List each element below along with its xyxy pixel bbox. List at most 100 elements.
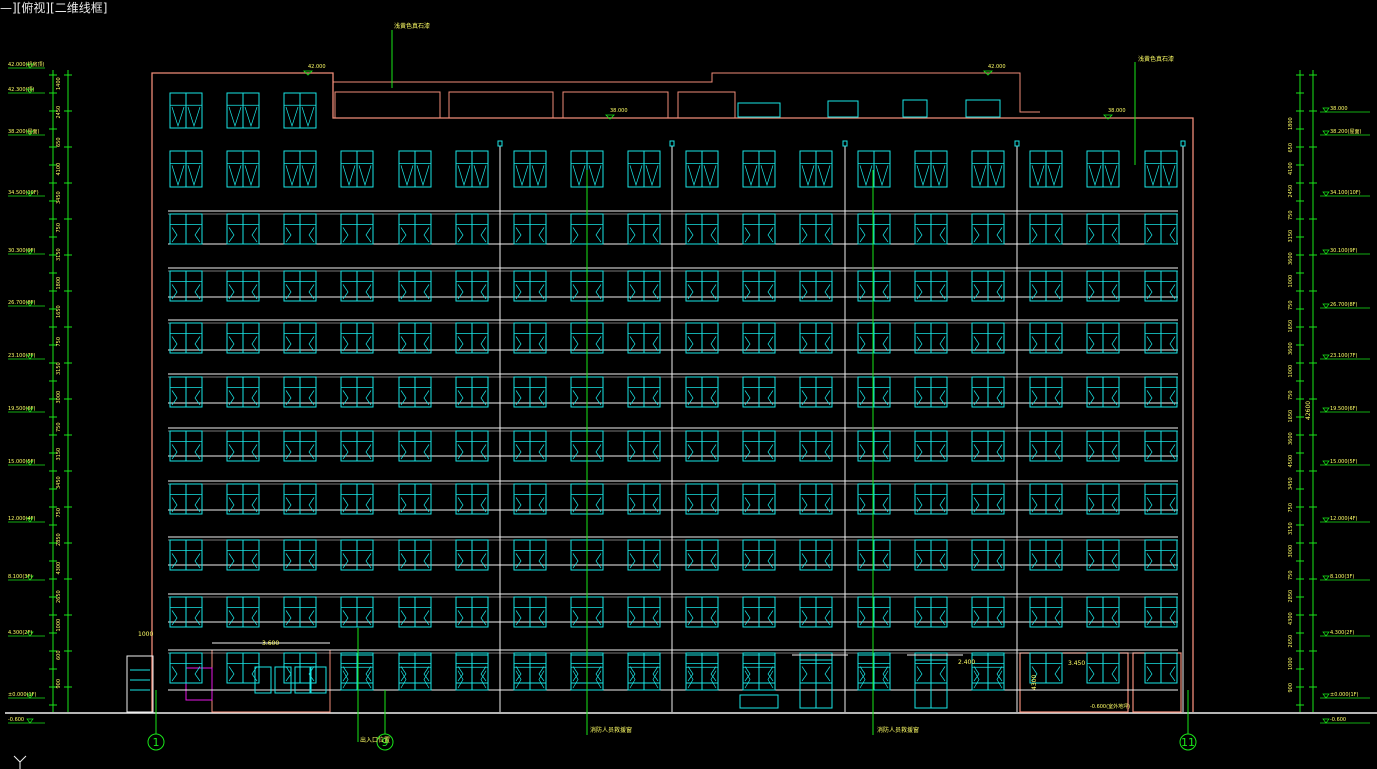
window-pair: [799, 150, 833, 188]
window-opening-mark: [1104, 165, 1118, 187]
right-dim-value: 1000: [1288, 275, 1294, 288]
right-dim-value: 3600: [1288, 342, 1294, 355]
window-opening-mark: [1169, 553, 1176, 569]
right-dim-value: 650: [1288, 143, 1294, 153]
window-opening-mark: [629, 444, 636, 460]
window-pair: [283, 150, 317, 188]
window-opening-mark: [342, 165, 356, 187]
window-opening-mark: [423, 610, 430, 626]
window-opening-mark: [572, 553, 579, 569]
window-opening-mark: [703, 165, 717, 187]
window-pair: [226, 150, 260, 188]
window-opening-mark: [595, 227, 602, 243]
window-opening-mark: [989, 165, 1003, 187]
window-opening-mark: [767, 553, 774, 569]
window-opening-mark: [228, 106, 242, 128]
window-opening-mark: [423, 553, 430, 569]
window-opening-mark: [480, 610, 487, 626]
left-dim-value: 1400: [56, 77, 62, 90]
window-opening-mark: [710, 553, 717, 569]
shop-window: [254, 666, 272, 694]
window-opening-mark: [760, 165, 774, 187]
window-opening-mark: [996, 553, 1003, 569]
window-opening-mark: [824, 610, 831, 626]
right-level-label: 38.000: [1330, 106, 1348, 112]
window-opening-mark: [228, 336, 235, 352]
window-opening-mark: [767, 444, 774, 460]
window-opening-mark: [973, 610, 980, 626]
left-dim-value: 750: [56, 337, 62, 347]
window-opening-mark: [595, 444, 602, 460]
right-dim-value: 3600: [1288, 432, 1294, 445]
window-opening-mark: [457, 336, 464, 352]
window-opening-mark: [244, 165, 258, 187]
window-pair: [742, 654, 776, 691]
window-pair: [455, 322, 489, 354]
window-opening-mark: [1169, 227, 1176, 243]
window-opening-mark: [171, 553, 178, 569]
window-opening-mark: [423, 444, 430, 460]
window-opening-mark: [629, 227, 636, 243]
window-opening-mark: [817, 165, 831, 187]
window-opening-mark: [365, 444, 372, 460]
level-triangle: [1322, 631, 1330, 637]
window-pair: [169, 92, 203, 129]
window-opening-mark: [285, 553, 292, 569]
window-opening-mark: [228, 610, 235, 626]
window-pair: [226, 322, 260, 354]
window-opening-mark: [473, 165, 487, 187]
roof-window: [737, 102, 781, 118]
window-opening-mark: [400, 444, 407, 460]
window-opening-mark: [194, 666, 201, 682]
window-opening-mark: [939, 227, 946, 243]
window-opening-mark: [251, 610, 258, 626]
left-dim-value: 3150: [56, 248, 62, 261]
window-opening-mark: [916, 553, 923, 569]
window-opening-mark: [916, 666, 923, 682]
window-opening-mark: [1088, 444, 1095, 460]
roof-window: [965, 99, 1001, 118]
annotation-text: 1400 2450 650 4100 3450 750 3150 1800 1650 750 315…: [8, 61, 1361, 723]
window-opening-mark: [1054, 610, 1061, 626]
window-pair: [398, 150, 432, 188]
window-pair: [685, 213, 719, 245]
window-opening-mark: [1111, 336, 1118, 352]
elevation-drawing: 1400245065041003450750315018001650750315…: [5, 22, 1377, 769]
window-pair: [1029, 150, 1063, 188]
level-triangle: [1322, 718, 1330, 724]
side-annex: [126, 655, 154, 713]
level-triangle: [1322, 107, 1330, 113]
window-opening-mark: [308, 336, 315, 352]
right-dim-value: 3150: [1288, 230, 1294, 243]
window-pair: [169, 150, 203, 188]
window-opening-mark: [767, 610, 774, 626]
level-triangle: [1322, 303, 1330, 309]
window-pair: [340, 150, 374, 188]
shop-window: [294, 666, 312, 694]
roof-parapet: [332, 72, 1040, 118]
window-opening-mark: [572, 610, 579, 626]
window-opening-mark: [457, 165, 471, 187]
window-pair: [1144, 150, 1178, 188]
window-pair: [799, 322, 833, 354]
left-dim-value: 2850: [56, 533, 62, 546]
window-pair: [971, 150, 1005, 188]
window-opening-mark: [285, 336, 292, 352]
left-level-label: 38.200(屋面): [8, 129, 39, 135]
window-opening-mark: [285, 444, 292, 460]
level-triangle: [1322, 517, 1330, 523]
window-opening-mark: [1054, 336, 1061, 352]
window-opening-mark: [1031, 444, 1038, 460]
window-opening-mark: [244, 106, 258, 128]
window-opening-mark: [1146, 165, 1160, 187]
left-level-label: 15.000(5F): [8, 459, 36, 465]
window-opening-mark: [251, 227, 258, 243]
window-opening-mark: [939, 553, 946, 569]
roof-box: [334, 91, 441, 119]
window-opening-mark: [687, 553, 694, 569]
window-opening-mark: [457, 444, 464, 460]
window-pair: [857, 150, 891, 188]
window-opening-mark: [1111, 227, 1118, 243]
left-dim-value: 750: [56, 508, 62, 518]
window-opening-mark: [916, 336, 923, 352]
